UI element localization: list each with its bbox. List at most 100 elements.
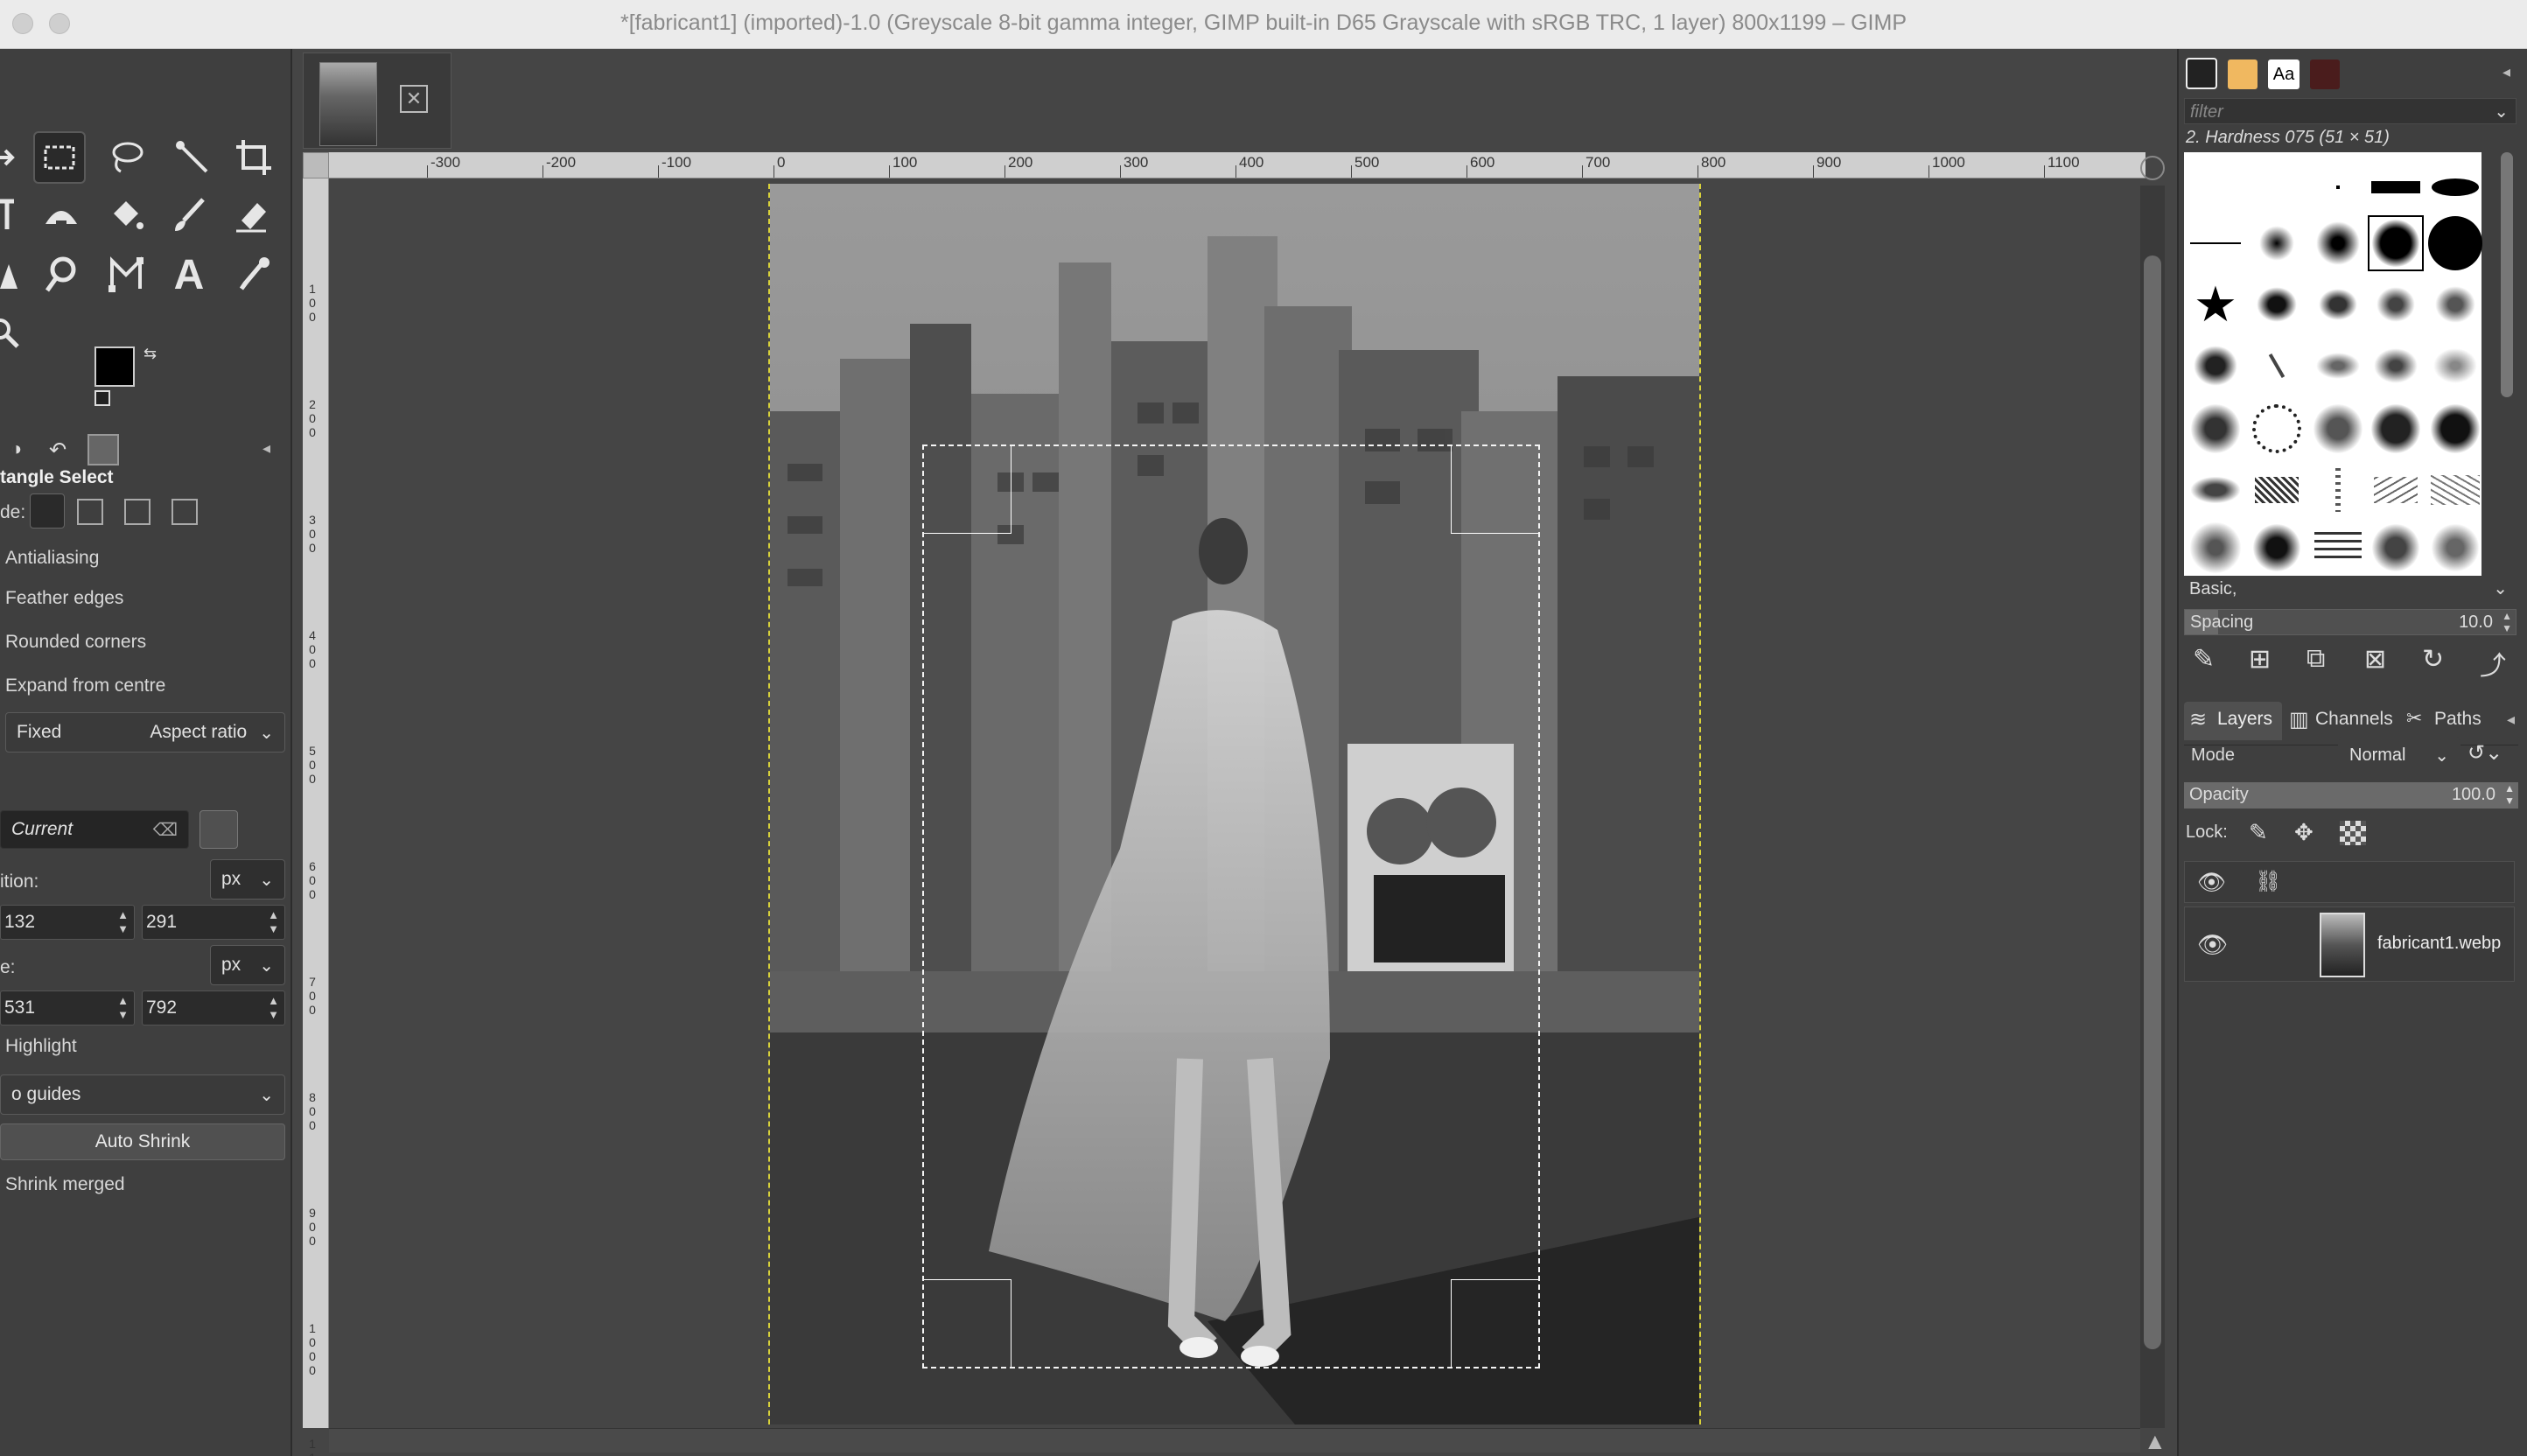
highlight-checkbox[interactable]: Highlight — [5, 1036, 77, 1057]
brushes-tab-icon[interactable] — [2186, 58, 2217, 89]
chain-header-icon[interactable]: ⛓ — [2255, 869, 2281, 894]
guides-combo[interactable]: o guides ⌄ — [0, 1074, 285, 1115]
position-x-field[interactable]: 132 ▲ ▼ — [0, 905, 135, 940]
undo-history-tab-icon[interactable]: ↶ — [49, 438, 75, 464]
feather-edges-checkbox[interactable]: Feather edges — [5, 588, 123, 609]
mode-replace-button[interactable] — [30, 494, 65, 528]
fuzzy-select-tool-icon[interactable] — [166, 131, 219, 184]
brush-item[interactable] — [2310, 215, 2366, 271]
crop-tool-icon[interactable] — [228, 131, 280, 184]
brush-item[interactable] — [2368, 401, 2424, 457]
mode-subtract-button[interactable] — [124, 499, 150, 525]
brush-item[interactable] — [2310, 338, 2366, 394]
brush-item[interactable] — [2310, 401, 2366, 457]
selection-handle-top-left[interactable] — [924, 446, 1012, 534]
brush-item[interactable] — [2310, 159, 2366, 215]
edit-brush-icon[interactable]: ✎ — [2193, 644, 2215, 675]
tab-channels[interactable]: ▥ Channels — [2287, 702, 2401, 740]
clone-tool-icon[interactable] — [0, 248, 35, 301]
horizontal-ruler[interactable]: -300 -200 -100 0 100 200 300 400 500 600 700 800 900… — [329, 152, 2146, 178]
brush-spacing-slider[interactable]: Spacing 10.0 ▲ ▼ — [2184, 609, 2516, 635]
brush-item[interactable] — [2427, 401, 2483, 457]
image-canvas[interactable] — [768, 184, 1701, 1424]
brush-item[interactable] — [2249, 338, 2305, 394]
new-brush-icon[interactable]: ⊞ — [2249, 644, 2271, 675]
duplicate-brush-icon[interactable]: ⧉ — [2306, 644, 2325, 674]
brush-item[interactable] — [2249, 462, 2305, 518]
brush-item[interactable] — [2427, 215, 2483, 271]
visibility-header-icon[interactable]: 👁 — [2197, 869, 2226, 896]
gradients-tab-icon[interactable] — [2310, 60, 2340, 89]
brush-item[interactable] — [2249, 401, 2305, 457]
brush-grid-scrollbar[interactable] — [2501, 152, 2513, 397]
selection-handle-top-right[interactable] — [1451, 446, 1538, 534]
rounded-corners-checkbox[interactable]: Rounded corners — [5, 632, 146, 653]
dock-menu-icon[interactable]: ◂ — [2507, 710, 2515, 729]
warp-transform-tool-icon[interactable] — [35, 189, 88, 242]
brush-filter-input[interactable]: filter ⌄ — [2184, 98, 2516, 124]
delete-brush-icon[interactable]: ⊠ — [2364, 644, 2386, 675]
clear-icon[interactable]: ⌫ — [153, 819, 178, 841]
lock-position-icon[interactable]: ✥ — [2294, 819, 2314, 846]
spin-arrows-icon[interactable]: ▲ ▼ — [2504, 782, 2515, 807]
rectangle-select-tool-icon[interactable] — [33, 131, 86, 184]
vertical-scroll-thumb[interactable] — [2144, 256, 2161, 1349]
eraser-tool-icon[interactable] — [226, 189, 278, 242]
zoom-image-icon[interactable] — [2140, 156, 2165, 180]
new-preset-button[interactable] — [200, 810, 238, 849]
position-unit-combo[interactable]: px ⌄ — [210, 859, 285, 900]
refresh-brushes-icon[interactable]: ↻ — [2422, 644, 2444, 675]
brush-grid[interactable]: ★ — [2184, 152, 2482, 576]
brush-item[interactable] — [2427, 338, 2483, 394]
antialiasing-checkbox[interactable]: Antialiasing — [5, 548, 99, 569]
brush-item[interactable] — [2188, 520, 2244, 576]
smudge-tool-icon[interactable] — [35, 248, 88, 301]
zoom-tool-icon[interactable] — [0, 308, 35, 360]
mode-add-button[interactable] — [77, 499, 103, 525]
shrink-merged-checkbox[interactable]: Shrink merged — [5, 1174, 125, 1195]
spin-arrows-icon[interactable]: ▲ ▼ — [117, 908, 129, 936]
brush-item[interactable] — [2368, 276, 2424, 332]
brush-item[interactable] — [2368, 159, 2424, 215]
paths-tool-icon[interactable] — [100, 248, 152, 301]
preset-menu-button[interactable] — [247, 810, 285, 849]
spin-arrows-icon[interactable]: ▲ ▼ — [268, 908, 279, 936]
image-tab[interactable]: ✕ — [303, 52, 452, 149]
paintbrush-tool-icon[interactable] — [163, 189, 215, 242]
brush-item[interactable] — [2188, 462, 2244, 518]
composite-mode-icon[interactable]: ↺⌄ — [2468, 740, 2502, 766]
expand-from-centre-checkbox[interactable]: Expand from centre — [5, 676, 165, 696]
bucket-fill-tool-icon[interactable] — [100, 189, 152, 242]
images-tab-icon[interactable] — [88, 434, 119, 466]
layer-visibility-eye-icon[interactable]: 👁 — [2197, 930, 2229, 959]
lasso-tool-icon[interactable] — [100, 131, 152, 184]
fixed-aspect-combo[interactable]: Fixed Aspect ratio ⌄ — [5, 712, 285, 752]
text-tool-icon[interactable]: A — [163, 248, 215, 301]
brush-item[interactable]: ★ — [2188, 276, 2244, 332]
brush-item[interactable] — [2427, 276, 2483, 332]
brush-item[interactable] — [2188, 401, 2244, 457]
spin-arrows-icon[interactable]: ▲ ▼ — [117, 994, 129, 1022]
lock-pixels-icon[interactable]: ✎ — [2249, 819, 2268, 846]
brush-item[interactable] — [2188, 215, 2244, 271]
horizontal-scrollbar[interactable] — [329, 1428, 2140, 1452]
brush-item[interactable] — [2249, 159, 2305, 215]
preset-input[interactable]: Current ⌫ — [0, 810, 189, 849]
brush-item[interactable] — [2427, 462, 2483, 518]
fonts-tab-icon[interactable]: Aa — [2268, 60, 2300, 89]
color-picker-tool-icon[interactable] — [226, 248, 278, 301]
selection-rectangle[interactable] — [922, 444, 1540, 1368]
dock-menu-icon[interactable]: ◂ — [2502, 63, 2510, 81]
patterns-tab-icon[interactable] — [2228, 60, 2258, 89]
brush-item[interactable] — [2427, 520, 2483, 576]
brush-tag-combo[interactable]: Basic, ⌄ — [2184, 578, 2516, 602]
vertical-scrollbar[interactable] — [2140, 186, 2165, 1428]
tab-paths[interactable]: ✂ Paths — [2404, 702, 2497, 740]
configure-tab-icon[interactable]: ◂ — [262, 439, 270, 458]
quick-mask-corner-icon[interactable] — [303, 152, 329, 178]
open-brush-as-image-icon[interactable]: ⤴ — [2480, 644, 2506, 682]
navigate-icon[interactable]: ▲ — [2144, 1428, 2166, 1455]
vertical-ruler[interactable]: 100 200 300 400 500 600 700 800 900 1000 1100 — [303, 178, 329, 1456]
mode-intersect-button[interactable] — [172, 499, 198, 525]
brush-item[interactable] — [2188, 159, 2244, 215]
